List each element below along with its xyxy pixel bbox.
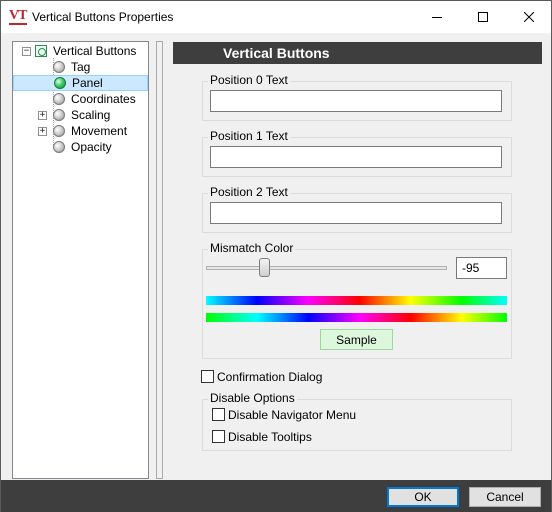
- app-icon: VT: [9, 8, 29, 25]
- pane-splitter[interactable]: [156, 41, 163, 479]
- tree-item-movement[interactable]: Movement: [53, 123, 130, 139]
- color-spectrum-reference: [206, 296, 507, 305]
- tree-item-opacity[interactable]: Opacity: [53, 139, 115, 155]
- title-bar: VT Vertical Buttons Properties: [1, 1, 551, 33]
- close-icon: [524, 11, 534, 22]
- tree-item-scaling[interactable]: Scaling: [53, 107, 113, 123]
- mismatch-color-slider-track[interactable]: [206, 266, 447, 270]
- mismatch-color-slider-thumb[interactable]: [259, 258, 270, 277]
- tree-item-coordinates[interactable]: Coordinates: [53, 91, 139, 107]
- ok-button[interactable]: OK: [387, 487, 459, 507]
- maximize-icon: [478, 11, 488, 22]
- position-1-text-input[interactable]: [210, 146, 502, 168]
- tree-item-label: Coordinates: [71, 92, 136, 106]
- panel-header-title: Vertical Buttons: [223, 45, 330, 61]
- tree-item-root[interactable]: Vertical Buttons: [35, 43, 139, 59]
- panel-header: Vertical Buttons: [173, 42, 542, 64]
- close-button[interactable]: [506, 1, 552, 32]
- tree-item-label: Movement: [71, 124, 128, 138]
- minimize-button[interactable]: [414, 1, 460, 32]
- disable-tooltips-label: Disable Tooltips: [228, 430, 312, 444]
- property-tree[interactable]: − Vertical Buttons Tag Panel Coordinates…: [12, 41, 149, 479]
- expand-movement-toggle[interactable]: +: [38, 127, 47, 136]
- disable-options-label: Disable Options: [208, 391, 297, 405]
- window-title: Vertical Buttons Properties: [32, 10, 174, 24]
- gray-ball-icon: [53, 61, 65, 73]
- tree-item-panel[interactable]: Panel: [13, 75, 148, 91]
- tree-item-label: Panel: [72, 76, 103, 90]
- disable-navigator-menu-label: Disable Navigator Menu: [228, 408, 357, 422]
- mismatch-color-label: Mismatch Color: [208, 241, 296, 255]
- mismatch-value-input[interactable]: -95: [456, 257, 507, 279]
- tree-item-label: Scaling: [71, 108, 111, 122]
- collapse-root-toggle[interactable]: −: [22, 47, 31, 56]
- tree-item-tag[interactable]: Tag: [53, 59, 93, 75]
- cancel-button[interactable]: Cancel: [469, 487, 541, 507]
- position-1-label: Position 1 Text: [208, 129, 290, 143]
- position-2-text-input[interactable]: [210, 202, 502, 224]
- gray-ball-icon: [53, 93, 65, 105]
- gray-ball-icon: [53, 109, 65, 121]
- properties-window: VT Vertical Buttons Properties − Vertica…: [0, 0, 552, 512]
- disable-tooltips-checkbox[interactable]: [212, 430, 225, 443]
- green-ball-icon: [54, 77, 66, 89]
- disable-navigator-menu-checkbox[interactable]: [212, 408, 225, 421]
- sample-button[interactable]: Sample: [320, 329, 393, 350]
- expand-scaling-toggle[interactable]: +: [38, 111, 47, 120]
- minimize-icon: [432, 16, 442, 18]
- tree-item-label: Tag: [71, 60, 91, 74]
- position-2-label: Position 2 Text: [208, 185, 290, 199]
- panel-object-icon: [35, 45, 47, 57]
- gray-ball-icon: [53, 125, 65, 137]
- tree-item-label: Opacity: [71, 140, 112, 154]
- position-0-label: Position 0 Text: [208, 73, 290, 87]
- gray-ball-icon: [53, 141, 65, 153]
- confirmation-dialog-checkbox[interactable]: [201, 370, 214, 383]
- maximize-button[interactable]: [460, 1, 506, 32]
- color-spectrum-shifted: [206, 313, 507, 322]
- position-0-text-input[interactable]: [210, 90, 502, 112]
- tree-item-label: Vertical Buttons: [53, 44, 137, 58]
- confirmation-dialog-label: Confirmation Dialog: [217, 370, 323, 384]
